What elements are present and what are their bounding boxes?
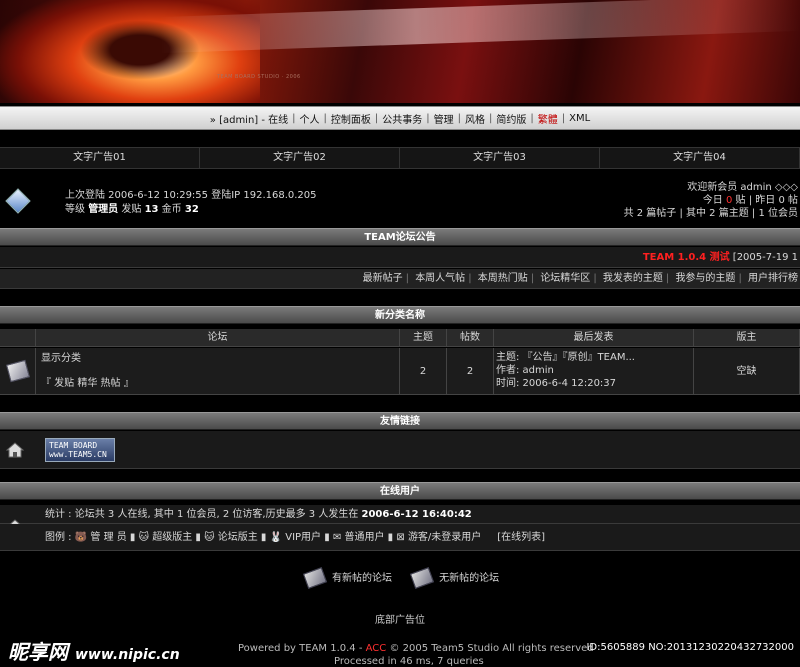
top-nav: » [admin] - 在线 | 个人 | 控制面板 | 公共事务 | 管理 | 风格 | … (0, 106, 800, 130)
forum-status-icon (5, 359, 30, 383)
legend-label: 图例 : (45, 532, 72, 543)
link-weekly-popular[interactable]: 本周人气帖 (415, 273, 465, 284)
link-ranking[interactable]: 用户排行榜 (748, 273, 798, 284)
link-my-topics[interactable]: 我发表的主题 (603, 273, 663, 284)
no-new-posts-label: 无新帖的论坛 (439, 573, 500, 584)
gold-label: 金币 (161, 204, 182, 215)
header-banner: TEAM BOARD STUDIO · 2006 (0, 0, 800, 103)
col-last-post: 最后发表 (494, 329, 694, 346)
footer-ad[interactable]: 底部广告位 (0, 611, 800, 626)
team-board-link[interactable]: TEAM BOARD www.TEAM5.CN (45, 438, 115, 462)
forum-sublinks[interactable]: 『 发贴 精华 热帖 』 (41, 377, 394, 390)
online-list-link[interactable]: [在线列表] (497, 532, 545, 543)
table-row: 显示分类 『 发贴 精华 热帖 』 2 2 主题: 『公告』『原创』TEAM..… (0, 348, 800, 395)
watermark-id: ID:5605889 NO:20131230220432732000 (586, 642, 794, 653)
category-header[interactable]: 新分类名称 (0, 306, 800, 324)
posts-label: 发贴 (121, 204, 142, 215)
nav-online[interactable]: » [admin] - 在线 (208, 111, 290, 126)
diamond-icon (5, 188, 31, 214)
nav-xml[interactable]: XML (567, 113, 592, 124)
link-essence[interactable]: 论坛精华区 (540, 273, 590, 284)
col-posts: 帖数 (447, 329, 494, 346)
footer: Powered by TEAM 1.0.4 - ACC © 2005 Team5… (238, 642, 594, 667)
legend-user: ✉ 普通用户 (332, 532, 385, 543)
legend-mod: 🐱 论坛版主 (204, 532, 258, 543)
forum-icon-cell (0, 348, 36, 394)
header-icon-col (0, 329, 36, 346)
powered-by: Powered by TEAM 1.0.4 - (238, 643, 363, 654)
link-my-replies[interactable]: 我参与的主题 (675, 273, 735, 284)
announce-date: [2005-7-19 1 (732, 252, 798, 263)
friend-links-row: TEAM BOARD www.TEAM5.CN (0, 431, 800, 469)
text-ad-2[interactable]: 文字广告02 (200, 148, 400, 168)
nav-simple[interactable]: 简约版 (494, 111, 528, 126)
today-count: 0 (725, 195, 733, 206)
forum-name-cell: 显示分类 『 发贴 精华 热帖 』 (36, 348, 400, 394)
level-label: 等级 (65, 204, 85, 215)
announce-header: TEAM论坛公告 (0, 228, 800, 246)
col-moderator: 版主 (694, 329, 800, 346)
today-label: 今日 (702, 195, 723, 206)
forum-posts: 2 (447, 348, 494, 394)
nav-control-panel[interactable]: 控制面板 (329, 111, 373, 126)
processed-info: Processed in 46 ms, 7 queries (334, 656, 484, 667)
nav-personal[interactable]: 个人 (298, 111, 322, 126)
online-stats: 统计 : 论坛共 3 人在线, 其中 1 位会员, 2 位访客,历史最多 3 人… (45, 509, 359, 520)
forum-moderator: 空缺 (694, 348, 800, 394)
last-post-cell: 主题: 『公告』『原创』TEAM... 作者: admin 时间: 2006-6… (494, 348, 694, 394)
today-unit: 贴 | 昨日 0 帖 (735, 195, 798, 206)
text-ad-1[interactable]: 文字广告01 (0, 148, 200, 168)
watermark-logo-text: 昵享网 (8, 640, 68, 664)
team-logo-url: www.TEAM5.CN (49, 450, 107, 459)
home-icon (6, 442, 24, 458)
forum-topics: 2 (400, 348, 447, 394)
forum-table-header: 论坛 主题 帖数 最后发表 版主 (0, 329, 800, 347)
nav-public-affairs[interactable]: 公共事务 (380, 111, 424, 126)
last-post-author[interactable]: 作者: admin (496, 364, 691, 377)
legend-vip: 🐰 VIP用户 (269, 532, 322, 543)
forum-totals: 共 2 篇帖子 | 其中 2 篇主题 | 1 位会员 (623, 208, 798, 219)
link-latest[interactable]: 最新帖子 (363, 273, 403, 284)
text-ads-row: 文字广告01 文字广告02 文字广告03 文字广告04 (0, 147, 800, 169)
announce-row: TEAM 1.0.4 测试 [2005-7-19 1 (0, 247, 800, 268)
user-gold: 32 (184, 204, 199, 215)
col-forum: 论坛 (36, 329, 400, 346)
col-topics: 主题 (400, 329, 447, 346)
user-posts: 13 (144, 204, 159, 215)
team-logo-text: TEAM BOARD (49, 441, 98, 450)
nav-style[interactable]: 风格 (463, 111, 487, 126)
user-level: 管理员 (88, 204, 119, 215)
forum-name[interactable]: 显示分类 (41, 352, 394, 365)
last-login: 上次登陆 2006-6-12 10:29:55 登陆IP 192.168.0.2… (65, 190, 317, 201)
text-ad-4[interactable]: 文字广告04 (600, 148, 800, 168)
new-posts-icon (302, 567, 327, 589)
online-legend-row: 图例 : 🐻 管 理 员 ▮ 🐱 超级版主 ▮ 🐱 论坛版主 ▮ 🐰 VIP用户… (0, 524, 800, 551)
online-record-time: 2006-6-12 16:40:42 (361, 509, 472, 520)
last-post-title[interactable]: 主题: 『公告』『原创』TEAM... (496, 351, 691, 364)
legend-guest: ⊠ 游客/未登录用户 (396, 532, 482, 543)
forum-icon-legend: 有新帖的论坛 无新帖的论坛 (0, 561, 800, 597)
copyright: © 2005 Team5 Studio All rights reserved (389, 643, 594, 654)
announce-title[interactable]: TEAM 1.0.4 测试 (643, 252, 730, 263)
friends-header: 友情链接 (0, 412, 800, 430)
nav-traditional[interactable]: 繁體 (536, 111, 560, 126)
user-info-panel: 上次登陆 2006-6-12 10:29:55 登陆IP 192.168.0.2… (0, 178, 800, 226)
text-ad-3[interactable]: 文字广告03 (400, 148, 600, 168)
new-posts-label: 有新帖的论坛 (332, 573, 393, 584)
nav-manage[interactable]: 管理 (432, 111, 456, 126)
online-header[interactable]: 在线用户 (0, 482, 800, 500)
no-new-posts-icon (409, 567, 435, 589)
online-stats-row: 统计 : 论坛共 3 人在线, 其中 1 位会员, 2 位访客,历史最多 3 人… (0, 505, 800, 535)
last-post-time: 时间: 2006-6-4 12:20:37 (496, 378, 617, 389)
watermark-url: www.nipic.cn (74, 647, 180, 663)
banner-caption: TEAM BOARD STUDIO · 2006 (217, 74, 301, 80)
acc-link[interactable]: ACC (366, 643, 387, 654)
watermark-logo: 昵享网 www.nipic.cn (8, 636, 180, 665)
link-weekly-hot[interactable]: 本周热门贴 (478, 273, 528, 284)
legend-admin: 🐻 管 理 员 (74, 532, 127, 543)
legend-super-mod: 🐱 超级版主 (138, 532, 193, 543)
welcome-member[interactable]: 欢迎新会员 admin ◇◇◇ (624, 181, 798, 194)
quick-links: 最新帖子 | 本周人气帖 | 本周热门贴 | 论坛精华区 | 我发表的主题 | 我参与的主… (0, 269, 800, 289)
